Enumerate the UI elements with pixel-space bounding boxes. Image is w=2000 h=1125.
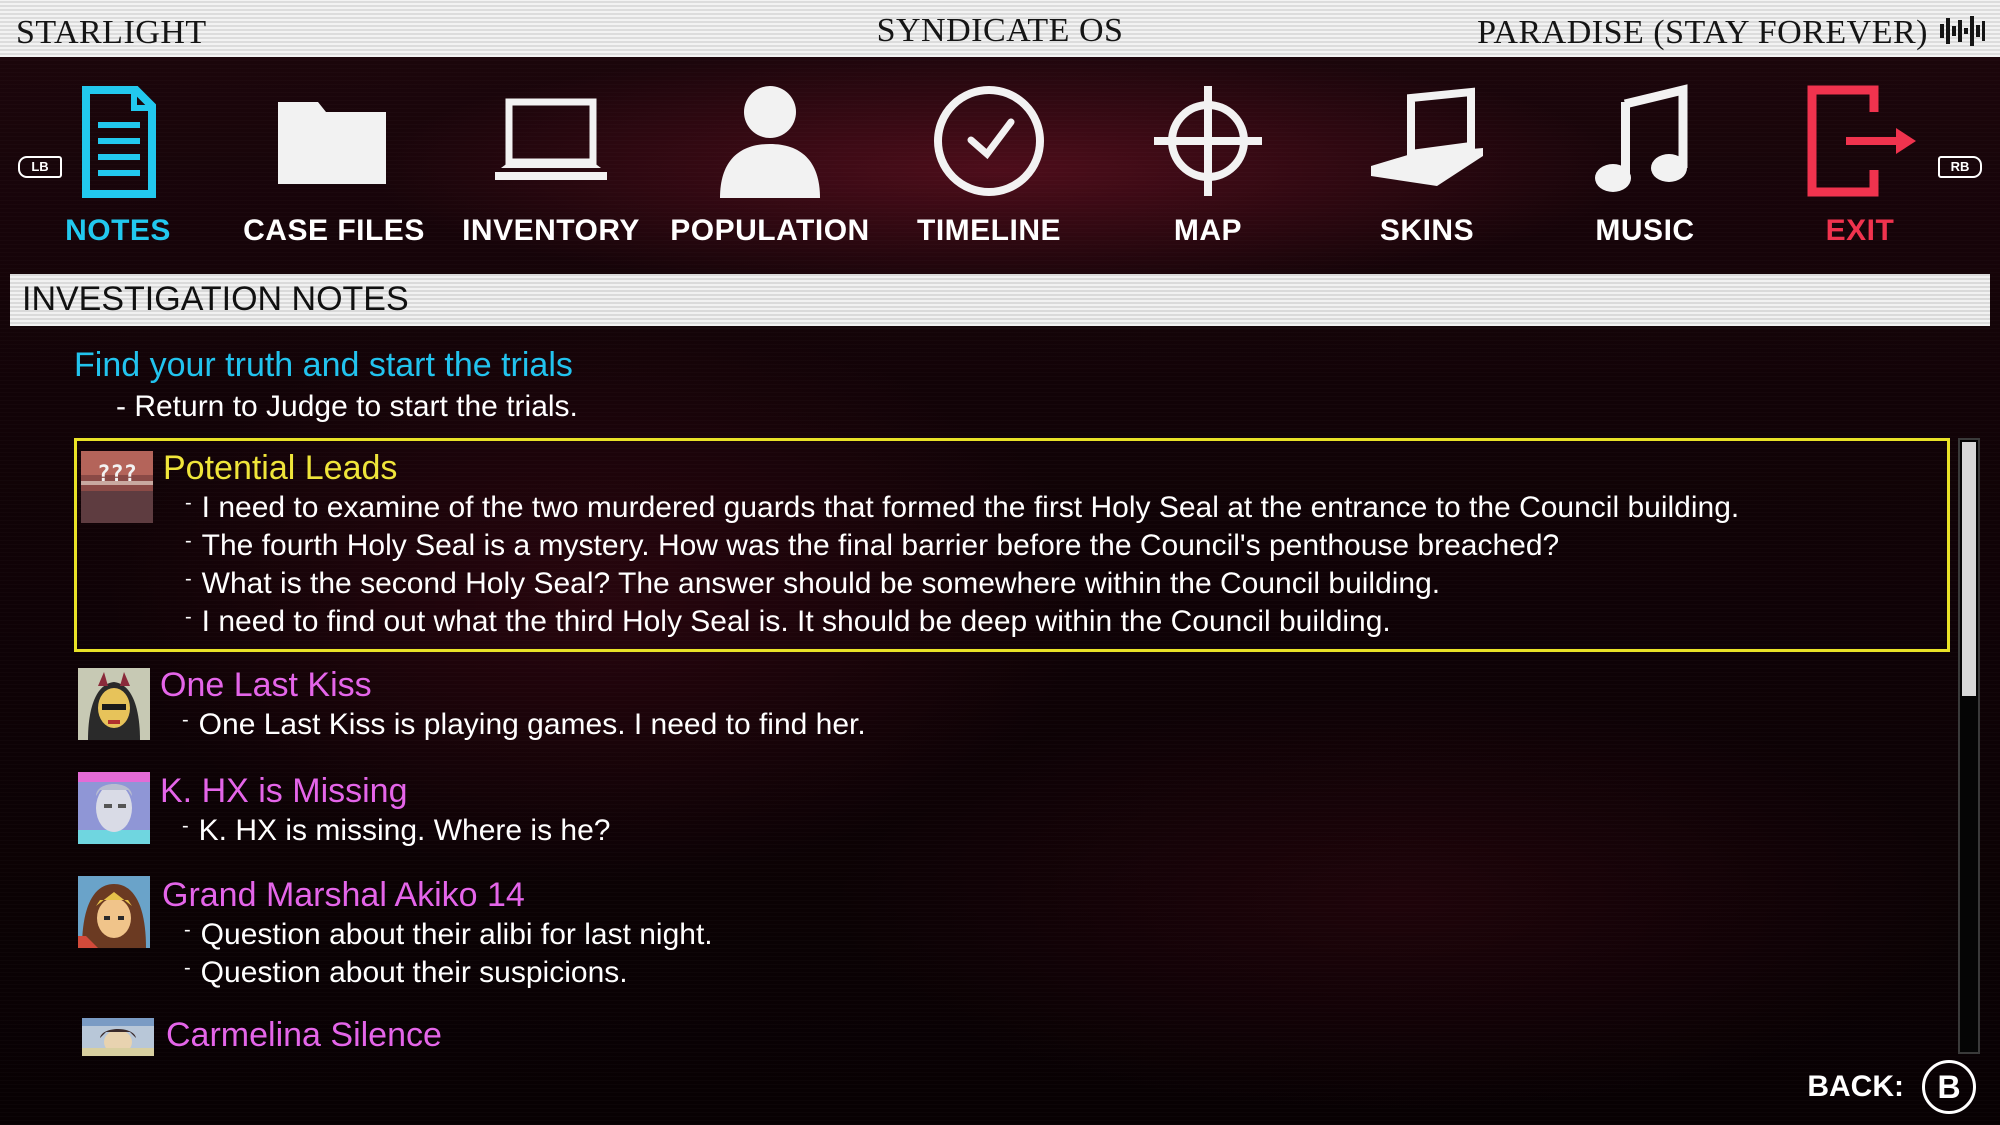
note-lines: K. HX is missing. Where is he? <box>182 812 611 850</box>
clock-icon <box>934 86 1044 196</box>
tab-label: CASE FILES <box>243 214 425 247</box>
audio-wave-icon <box>1940 16 1985 46</box>
notes-icon <box>82 86 156 198</box>
note-lines: Question about their alibi for last nigh… <box>184 916 713 992</box>
tab-population[interactable]: POPULATION <box>670 82 870 252</box>
current-objective-title: Find your truth and start the trials <box>74 346 573 384</box>
back-prompt[interactable]: BACK: B <box>1807 1060 1976 1114</box>
note-line: K. HX is missing. Where is he? <box>182 812 611 850</box>
tab-case-files[interactable]: CASE FILES <box>234 82 434 252</box>
note-title: Grand Marshal Akiko 14 <box>162 876 525 914</box>
tab-inventory[interactable]: INVENTORY <box>451 82 651 252</box>
note-line: What is the second Holy Seal? The answer… <box>185 565 1739 603</box>
person-icon <box>720 86 820 198</box>
note-lines: One Last Kiss is playing games. I need t… <box>182 706 866 744</box>
note-line: The fourth Holy Seal is a mystery. How w… <box>185 527 1739 565</box>
tab-label: NOTES <box>65 214 171 247</box>
unknown-portrait: ??? <box>81 451 153 523</box>
note-one-last-kiss[interactable]: One Last Kiss One Last Kiss is playing g… <box>74 666 1950 756</box>
tab-skins[interactable]: SKINS <box>1327 82 1527 252</box>
note-k-hx-missing[interactable]: K. HX is Missing K. HX is missing. Where… <box>74 770 1950 860</box>
note-grand-marshal-akiko[interactable]: Grand Marshal Akiko 14 Question about th… <box>74 874 1950 994</box>
scrollbar-thumb[interactable] <box>1962 442 1976 696</box>
note-potential-leads[interactable]: ??? Potential Leads I need to examine of… <box>74 438 1950 652</box>
exit-icon <box>1807 85 1916 197</box>
svg-text:???: ??? <box>97 462 137 487</box>
note-title: Carmelina Silence <box>166 1016 442 1054</box>
tab-label: EXIT <box>1825 214 1895 247</box>
music-note-icon <box>1595 84 1688 192</box>
back-label: BACK: <box>1807 1070 1904 1103</box>
tab-notes[interactable]: NOTES <box>18 82 218 252</box>
skins-laptop-icon <box>1371 87 1483 186</box>
k-hx-portrait <box>78 772 150 844</box>
akiko-portrait <box>78 876 150 948</box>
tab-label: INVENTORY <box>462 214 640 247</box>
tab-label: MUSIC <box>1595 214 1695 247</box>
crosshair-icon <box>1154 86 1262 196</box>
note-lines: I need to examine of the two murdered gu… <box>185 489 1740 641</box>
tab-timeline[interactable]: TIMELINE <box>889 82 1089 252</box>
now-playing-track: PARADISE (STAY FOREVER) <box>1477 14 1928 51</box>
section-header: INVESTIGATION NOTES <box>10 274 1990 326</box>
tab-label: SKINS <box>1379 214 1475 247</box>
note-line: One Last Kiss is playing games. I need t… <box>182 706 866 744</box>
tab-label: TIMELINE <box>917 214 1061 247</box>
folder-icon <box>278 102 386 184</box>
note-line: Question about their suspicions. <box>184 954 713 992</box>
tab-label: POPULATION <box>670 214 870 247</box>
note-line: I need to examine of the two murdered gu… <box>185 489 1740 527</box>
title-bar: STARLIGHT SYNDICATE OS PARADISE (STAY FO… <box>0 0 2000 57</box>
carmelina-portrait <box>82 1018 154 1056</box>
tab-exit[interactable]: EXIT <box>1760 82 1960 252</box>
section-title: INVESTIGATION NOTES <box>22 280 409 318</box>
note-line: I need to find out what the third Holy S… <box>185 603 1739 641</box>
laptop-icon <box>495 98 607 180</box>
one-last-kiss-portrait <box>78 668 150 740</box>
note-line: Question about their alibi for last nigh… <box>184 916 713 954</box>
b-button-icon[interactable]: B <box>1922 1060 1976 1114</box>
note-title: One Last Kiss <box>160 666 372 704</box>
tab-map[interactable]: MAP <box>1108 82 1308 252</box>
current-objective-task: - Return to Judge to start the trials. <box>116 390 578 423</box>
note-title: Potential Leads <box>163 449 398 487</box>
note-title: K. HX is Missing <box>160 772 408 810</box>
note-carmelina-silence[interactable]: Carmelina Silence <box>74 1016 1950 1060</box>
tab-music[interactable]: MUSIC <box>1545 82 1745 252</box>
tab-label: MAP <box>1173 214 1243 247</box>
notes-scrollbar[interactable] <box>1958 438 1980 1054</box>
